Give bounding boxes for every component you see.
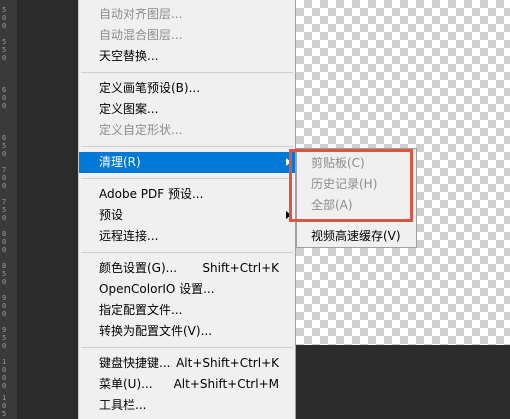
ruler-tick-label: 0: [2, 150, 7, 158]
menu-item-keyboard-shortcuts[interactable]: 键盘快捷键... Alt+Shift+Ctrl+K: [79, 353, 295, 374]
ruler-tick-label: 0: [2, 278, 7, 286]
ruler-tick-label: 0: [2, 14, 7, 22]
menu-item-label: 天空替换...: [99, 49, 159, 63]
menu-separator: [81, 252, 293, 253]
submenu-item-label: 全部(A): [311, 198, 353, 212]
purge-submenu: 剪贴板(C) 历史记录(H) 全部(A) 视频高速缓存(V): [296, 148, 417, 248]
menu-item-sky-replacement[interactable]: 天空替换...: [79, 46, 295, 67]
edit-menu: 自动对齐图层... 自动混合图层... 天空替换... 定义画笔预设(B)...…: [78, 0, 296, 419]
ruler-tick-label: 0: [2, 382, 7, 390]
ruler-tick-label: 0: [2, 102, 7, 110]
menu-item-label: 键盘快捷键...: [99, 356, 171, 370]
ruler-tick-label: 0: [2, 54, 7, 62]
menu-item-shortcut: Shift+Ctrl+K: [202, 261, 279, 275]
ruler-tick-label: 0: [2, 246, 7, 254]
menu-item-auto-blend-layers[interactable]: 自动混合图层...: [79, 25, 295, 46]
submenu-item-label: 剪贴板(C): [311, 156, 365, 170]
menu-item-opencolorio-settings[interactable]: OpenColorIO 设置...: [79, 279, 295, 300]
menu-item-toolbar[interactable]: 工具栏...: [79, 395, 295, 416]
ruler-tick-label: 0: [2, 22, 7, 30]
ruler-tick-label: 5: [2, 6, 7, 14]
menu-item-presets[interactable]: 预设: [79, 205, 295, 226]
menu-separator: [81, 347, 293, 348]
menu-item-label: 定义自定形状...: [99, 123, 183, 137]
menu-separator: [81, 146, 293, 147]
ruler-tick-label: 5: [2, 206, 7, 214]
menu-item-label: 颜色设置(G)...: [99, 261, 178, 275]
submenu-item-label: 视频高速缓存(V): [311, 229, 401, 243]
ruler-tick-label: 6: [2, 86, 7, 94]
menu-item-label: 转换为配置文件(V)...: [99, 324, 213, 338]
ruler-tick-label: 0: [2, 374, 7, 382]
ruler-tick-label: 5: [2, 270, 7, 278]
menu-item-define-pattern[interactable]: 定义图案...: [79, 99, 295, 120]
menu-item-label: 清理(R): [99, 155, 141, 169]
menu-item-assign-profile[interactable]: 指定配置文件...: [79, 300, 295, 321]
menu-item-shortcut: Alt+Shift+Ctrl+M: [173, 377, 279, 391]
ruler-tick-label: 6: [2, 134, 7, 142]
submenu-item-clipboard[interactable]: 剪贴板(C): [297, 153, 416, 174]
ruler-tick-label: 9: [2, 294, 7, 302]
submenu-item-all[interactable]: 全部(A): [297, 195, 416, 216]
submenu-arrow-icon: [286, 211, 291, 219]
ruler-tick-label: 0: [2, 366, 7, 374]
ruler-tick-label: 8: [2, 230, 7, 238]
menu-item-adobe-pdf-presets[interactable]: Adobe PDF 预设...: [79, 184, 295, 205]
ruler-tick-label: 0: [2, 174, 7, 182]
submenu-item-label: 历史记录(H): [311, 177, 378, 191]
menu-item-color-settings[interactable]: 颜色设置(G)... Shift+Ctrl+K: [79, 258, 295, 279]
ruler-tick-label: 5: [2, 142, 7, 150]
workspace-background: [296, 345, 510, 419]
ruler-tick-label: 0: [2, 342, 7, 350]
ruler-tick-label: 5: [2, 410, 7, 418]
submenu-item-histories[interactable]: 历史记录(H): [297, 174, 416, 195]
ruler-tick-label: 0: [2, 310, 7, 318]
menu-item-define-brush-preset[interactable]: 定义画笔预设(B)...: [79, 78, 295, 99]
menu-item-label: 自动混合图层...: [99, 28, 183, 42]
ruler-tick-label: 0: [2, 238, 7, 246]
menu-item-remote-connections[interactable]: 远程连接...: [79, 226, 295, 247]
menu-separator: [81, 72, 293, 73]
menu-item-label: 指定配置文件...: [99, 303, 183, 317]
ruler-tick-label: 0: [2, 182, 7, 190]
ruler-tick-label: 0: [2, 94, 7, 102]
workspace-background: [18, 0, 78, 419]
menu-item-label: Adobe PDF 预设...: [99, 187, 204, 201]
menu-item-define-custom-shape[interactable]: 定义自定形状...: [79, 120, 295, 141]
ruler-tick-label: 7: [2, 166, 7, 174]
menu-item-shortcut: Alt+Shift+Ctrl+K: [176, 356, 279, 370]
ruler-tick-label: 5: [2, 38, 7, 46]
ruler-tick-label: 7: [2, 198, 7, 206]
menu-item-convert-to-profile[interactable]: 转换为配置文件(V)...: [79, 321, 295, 342]
menu-item-purge[interactable]: 清理(R): [79, 152, 295, 173]
ruler-tick-label: 5: [2, 334, 7, 342]
menu-item-label: 定义图案...: [99, 102, 159, 116]
menu-item-label: 自动对齐图层...: [99, 7, 183, 21]
ruler-tick-label: 8: [2, 262, 7, 270]
ruler-tick-label: 5: [2, 46, 7, 54]
menu-item-label: 工具栏...: [99, 398, 147, 412]
menu-item-label: 预设: [99, 208, 124, 222]
menu-item-label: 定义画笔预设(B)...: [99, 81, 201, 95]
ruler-tick-label: 1: [2, 394, 7, 402]
menu-item-label: OpenColorIO 设置...: [99, 282, 215, 296]
menu-separator: [81, 178, 293, 179]
submenu-arrow-icon: [286, 158, 291, 166]
menu-separator: [299, 221, 414, 222]
ruler-tick-label: 9: [2, 326, 7, 334]
ruler-tick-label: 0: [2, 402, 7, 410]
menu-item-menus[interactable]: 菜单(U)... Alt+Shift+Ctrl+M: [79, 374, 295, 395]
vertical-ruler: 5 0 0 5 5 0 6 0 0 6 5 0 7 0 0 7 5 0 8 0 …: [0, 0, 18, 419]
menu-item-auto-align-layers[interactable]: 自动对齐图层...: [79, 4, 295, 25]
menu-item-label: 远程连接...: [99, 229, 159, 243]
ruler-tick-label: 1: [2, 358, 7, 366]
ruler-tick-label: 0: [2, 302, 7, 310]
submenu-item-video-cache[interactable]: 视频高速缓存(V): [297, 226, 416, 247]
menu-item-label: 菜单(U)...: [99, 377, 153, 391]
ruler-tick-label: 0: [2, 214, 7, 222]
